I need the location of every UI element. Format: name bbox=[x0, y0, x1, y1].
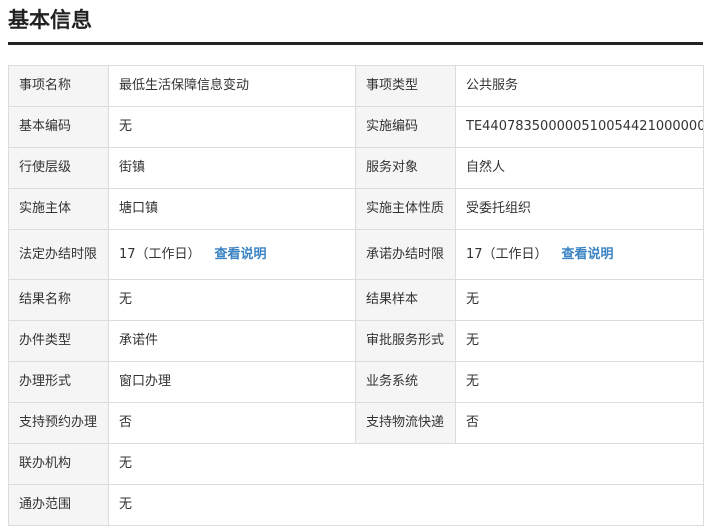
appointment-value: 否 bbox=[108, 402, 356, 444]
impl-code-label: 实施编码 bbox=[355, 106, 456, 148]
basic-info-table: 事项名称 最低生活保障信息变动 事项类型 公共服务 基本编码 无 实施编码 TE… bbox=[8, 65, 704, 526]
table-row: 通办范围 无 bbox=[8, 484, 704, 526]
table-row: 行使层级 街镇 服务对象 自然人 bbox=[8, 147, 704, 189]
impl-code-value: TE440783500000510054421000000031 bbox=[455, 106, 704, 148]
promise-time-explain-link[interactable]: 查看说明 bbox=[562, 247, 614, 262]
item-type-value: 公共服务 bbox=[455, 65, 704, 107]
item-name-label: 事项名称 bbox=[8, 65, 109, 107]
subject-label: 实施主体 bbox=[8, 188, 109, 230]
result-name-value: 无 bbox=[108, 279, 356, 321]
target-value: 自然人 bbox=[455, 147, 704, 189]
table-row: 支持预约办理 否 支持物流快递 否 bbox=[8, 402, 704, 444]
subject-value: 塘口镇 bbox=[108, 188, 356, 230]
section-header: 基本信息 bbox=[8, 0, 703, 45]
section-title: 基本信息 bbox=[8, 8, 92, 32]
subject-nature-label: 实施主体性质 bbox=[355, 188, 456, 230]
promise-time-value: 17（工作日） bbox=[466, 246, 548, 262]
result-sample-label: 结果样本 bbox=[355, 279, 456, 321]
table-row: 事项名称 最低生活保障信息变动 事项类型 公共服务 bbox=[8, 65, 704, 107]
approval-form-label: 审批服务形式 bbox=[355, 320, 456, 362]
biz-system-value: 无 bbox=[455, 361, 704, 403]
result-sample-value: 无 bbox=[455, 279, 704, 321]
level-value: 街镇 bbox=[108, 147, 356, 189]
table-row: 联办机构 无 bbox=[8, 443, 704, 485]
case-type-label: 办件类型 bbox=[8, 320, 109, 362]
table-row: 法定办结时限 17（工作日） 查看说明 承诺办结时限 17（工作日） 查看说明 bbox=[8, 229, 704, 280]
handle-form-value: 窗口办理 bbox=[108, 361, 356, 403]
legal-time-label: 法定办结时限 bbox=[8, 229, 109, 280]
subject-nature-value: 受委托组织 bbox=[455, 188, 704, 230]
logistics-label: 支持物流快递 bbox=[355, 402, 456, 444]
legal-time-cell: 17（工作日） 查看说明 bbox=[108, 229, 356, 280]
case-type-value: 承诺件 bbox=[108, 320, 356, 362]
table-row: 实施主体 塘口镇 实施主体性质 受委托组织 bbox=[8, 188, 704, 230]
logistics-value: 否 bbox=[455, 402, 704, 444]
joint-org-label: 联办机构 bbox=[8, 443, 109, 485]
item-name-value: 最低生活保障信息变动 bbox=[108, 65, 356, 107]
item-type-label: 事项类型 bbox=[355, 65, 456, 107]
scope-label: 通办范围 bbox=[8, 484, 109, 526]
level-label: 行使层级 bbox=[8, 147, 109, 189]
result-name-label: 结果名称 bbox=[8, 279, 109, 321]
table-row: 办理形式 窗口办理 业务系统 无 bbox=[8, 361, 704, 403]
promise-time-cell: 17（工作日） 查看说明 bbox=[455, 229, 704, 280]
legal-time-value: 17（工作日） bbox=[119, 246, 201, 262]
scope-value: 无 bbox=[108, 484, 704, 526]
table-row: 结果名称 无 结果样本 无 bbox=[8, 279, 704, 321]
table-row: 办件类型 承诺件 审批服务形式 无 bbox=[8, 320, 704, 362]
handle-form-label: 办理形式 bbox=[8, 361, 109, 403]
legal-time-explain-link[interactable]: 查看说明 bbox=[215, 247, 267, 262]
target-label: 服务对象 bbox=[355, 147, 456, 189]
appointment-label: 支持预约办理 bbox=[8, 402, 109, 444]
basic-code-value: 无 bbox=[108, 106, 356, 148]
basic-code-label: 基本编码 bbox=[8, 106, 109, 148]
table-row: 基本编码 无 实施编码 TE44078350000051005442100000… bbox=[8, 106, 704, 148]
biz-system-label: 业务系统 bbox=[355, 361, 456, 403]
approval-form-value: 无 bbox=[455, 320, 704, 362]
joint-org-value: 无 bbox=[108, 443, 704, 485]
promise-time-label: 承诺办结时限 bbox=[355, 229, 456, 280]
